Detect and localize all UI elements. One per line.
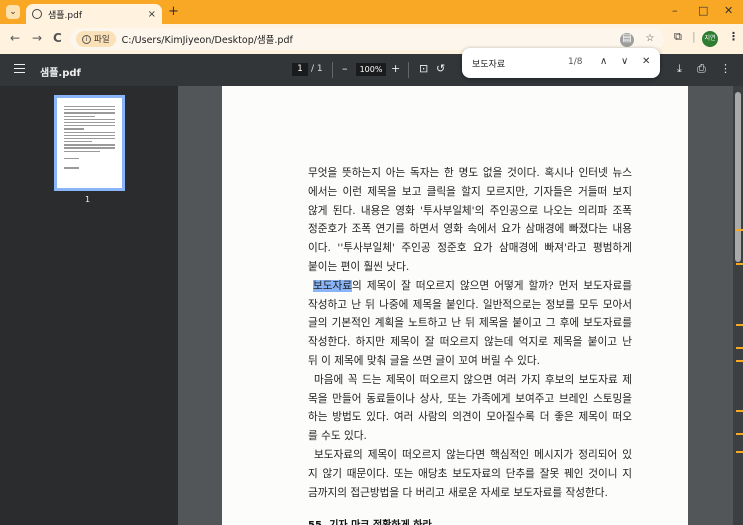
text-line: 무엇을 뜻하는지 아는 독자는 한 명도 없을 것이다. 혹시나 인터넷 뉴스: [308, 167, 632, 179]
scrollbar-thumb[interactable]: [735, 92, 741, 262]
match-marker: [736, 360, 743, 362]
info-icon: i: [82, 34, 91, 44]
text-run: 의 제목이 잘 떠오르지 않으면 어떻게 할까? 먼저 보도자료를: [352, 279, 632, 292]
chrome-menu-icon[interactable]: ⋮: [728, 30, 739, 43]
match-marker: [736, 263, 743, 265]
page-total-number: 1: [316, 64, 323, 74]
text-line: 정준호가 조폭 연기를 하면서 영화 속에서 요가 삼매경에 빠졌다는 내용: [308, 223, 632, 236]
text-line: 글의 기본적인 계획을 노트하고 난 뒤 제목을 붙이고 그 후에 보도자료를: [308, 317, 632, 330]
text-line: 않게 된다. 내용은 영화 '투사부일체'의 주인공으로 나오는 의리파 조폭: [308, 204, 632, 217]
find-close-button[interactable]: ✕: [642, 56, 650, 67]
menu-icon[interactable]: [14, 64, 25, 73]
profile-avatar[interactable]: 지연: [702, 31, 718, 47]
text-line: 보도자료의 제목이 떠오르지 않는다면 핵심적인 메시지가 정리되어 있: [314, 448, 632, 461]
bookmark-star-icon[interactable]: ☆: [642, 33, 658, 47]
paragraph-2: 보도자료의 제목이 잘 떠오르지 않으면 어떻게 할까? 먼저 보도자료를 작성…: [308, 277, 632, 371]
more-actions-button[interactable]: ⋮: [720, 62, 731, 75]
match-marker: [736, 410, 743, 412]
page-separator: /: [311, 64, 315, 74]
tab-title: 샘플.pdf: [48, 10, 83, 21]
fit-page-icon[interactable]: ⊡: [419, 62, 428, 75]
page-total: / 1: [311, 64, 323, 74]
paragraph-1: 무엇을 뜻하는지 아는 독자는 한 명도 없을 것이다. 혹시나 인터넷 뉴스 …: [308, 164, 632, 277]
find-match-count: 1/8: [568, 57, 583, 67]
find-next-button[interactable]: ∨: [621, 56, 628, 67]
thumbnail-page-number: 1: [85, 195, 91, 204]
paragraph-4: 보도자료의 제목이 떠오르지 않는다면 핵심적인 메시지가 정리되어 있 지 않…: [308, 446, 632, 502]
text-line: 뒤 이 제목에 맞춰 글을 쓰면 글이 꼬여 버릴 수 있다.: [308, 354, 540, 367]
find-previous-button[interactable]: ∧: [600, 56, 607, 67]
toolbar-divider: |: [692, 30, 696, 43]
section-heading: 55. 기자 마크 정확하게 하라: [308, 516, 432, 525]
zoom-level-input[interactable]: 100%: [356, 63, 386, 76]
document-title: 샘플.pdf: [40, 68, 81, 79]
text-line: 하는 방법도 있다. 여러 사람의 의견이 모아질수록 더 좋은 제목이 떠오: [308, 411, 632, 424]
text-line: 금까지의 접근방법을 다 버리고 새로운 자세로 보도자료를 작성한다.: [308, 486, 608, 499]
tab-strip: ⌄ 샘플.pdf × + – □ ✕: [0, 0, 743, 24]
forward-button[interactable]: →: [32, 31, 42, 45]
download-button[interactable]: ⤓: [677, 62, 682, 76]
text-line: 보도자료의 제목이 잘 떠오르지 않으면 어떻게 할까? 먼저 보도자료를: [308, 277, 632, 296]
chevron-down-icon: ⌄: [9, 7, 17, 17]
text-line: 마음에 꼭 드는 제목이 떠오르지 않으면 여러 가지 후보의 보도자료 제: [314, 373, 632, 386]
window-close-button[interactable]: ✕: [724, 4, 733, 17]
site-info-label: 파일: [94, 35, 110, 45]
reload-button[interactable]: C: [53, 31, 62, 45]
text-line: 목을 만들어 동료들이나 상사, 또는 가족에게 보여주고 브레인 스토밍을: [308, 392, 632, 405]
paragraph-3: 마음에 꼭 드는 제목이 떠오르지 않으면 여러 가지 후보의 보도자료 제 목…: [308, 371, 632, 446]
match-marker: [736, 229, 743, 231]
tab-active[interactable]: 샘플.pdf ×: [26, 4, 162, 24]
address-bar[interactable]: i 파일 C:/Users/KimJiyeon/Desktop/샘플.pdf ▤…: [70, 28, 664, 50]
text-line: 작성하고 난 뒤 나중에 제목을 붙인다. 일반적으로는 정보를 모두 모아서: [308, 298, 632, 311]
reader-mode-icon[interactable]: ▤: [620, 33, 634, 47]
text-line: 붙이는 편이 훨씬 낫다.: [308, 260, 410, 273]
pdf-page: 무엇을 뜻하는지 아는 독자는 한 명도 없을 것이다. 혹시나 인터넷 뉴스 …: [222, 86, 688, 525]
tab-close-button[interactable]: ×: [148, 9, 156, 20]
text-line: 지 않기 때문이다. 또는 애당초 보도자료의 단추를 잘못 꿰인 것이니 지: [308, 467, 632, 480]
find-bar: 보도자료 1/8 ∧ ∨ ✕: [462, 48, 660, 78]
search-highlight: 보도자료: [313, 279, 353, 292]
maximize-button[interactable]: □: [698, 4, 708, 17]
zoom-in-button[interactable]: +: [391, 62, 400, 75]
match-marker: [736, 347, 743, 349]
vertical-scrollbar[interactable]: [733, 86, 743, 525]
site-info-chip[interactable]: i 파일: [76, 31, 116, 47]
match-marker: [736, 451, 743, 453]
text-line: 이다. ''투사부일체' 주인공 정준호 요가 삼매경에 빠져'라고 평범하게: [308, 242, 632, 255]
back-button[interactable]: ←: [10, 31, 20, 45]
text-line: 에서는 이런 제목을 보고 클릭을 할지 모르지만, 기자들은 거들떠 보지: [308, 185, 632, 198]
tab-search-button[interactable]: ⌄: [6, 5, 20, 19]
minimize-button[interactable]: –: [672, 4, 678, 17]
print-button[interactable]: ⎙: [697, 62, 706, 76]
page-text: 무엇을 뜻하는지 아는 독자는 한 명도 없을 것이다. 혹시나 인터넷 뉴스 …: [308, 164, 632, 502]
match-marker: [736, 433, 743, 435]
match-marker: [736, 324, 743, 326]
text-line: 작성한다. 하지만 제목이 잘 떠오르지 않는데 억지로 제목을 붙이고 난: [308, 336, 632, 349]
extensions-icon[interactable]: ⧉: [674, 30, 682, 44]
page-number-input[interactable]: 1: [292, 63, 308, 76]
globe-icon: [32, 9, 42, 19]
page-thumbnail[interactable]: [54, 95, 125, 191]
divider: [332, 62, 333, 78]
url-text: C:/Users/KimJiyeon/Desktop/샘플.pdf: [121, 35, 293, 46]
find-input[interactable]: 보도자료: [472, 57, 505, 70]
zoom-out-button[interactable]: –: [342, 62, 348, 75]
new-tab-button[interactable]: +: [168, 5, 179, 19]
text-line: 를 수도 있다.: [308, 430, 367, 443]
divider: [408, 62, 409, 78]
rotate-icon[interactable]: ↺: [436, 62, 445, 75]
